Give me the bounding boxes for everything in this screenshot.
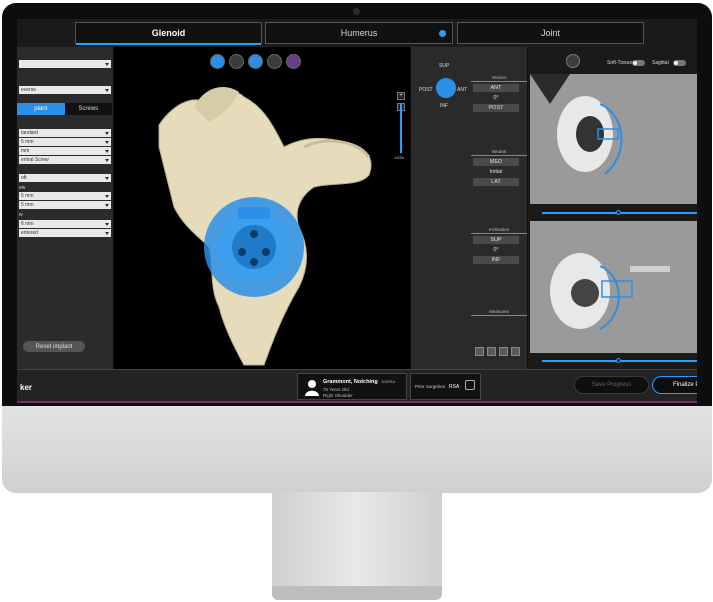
inclination-value: 0° [493, 247, 499, 253]
accent-strip [17, 401, 697, 403]
zoom-in-button[interactable]: + [397, 92, 405, 100]
delete-measure-icon[interactable] [511, 347, 520, 356]
soft-tissue-label: Soft-Tissue [607, 60, 633, 66]
angle-icon[interactable] [487, 347, 496, 356]
inclination-title: Inclination [471, 227, 527, 234]
axial-slider-handle[interactable] [616, 210, 621, 215]
move-joystick[interactable] [436, 78, 456, 98]
dir-ant-label: ANT [457, 87, 467, 93]
position-select[interactable]: entered [19, 229, 111, 237]
tab-bar: Glenoid Humerus Joint [17, 19, 697, 46]
coronal-slice-image [550, 253, 670, 330]
reaming-value: Initial [489, 169, 503, 175]
implant-select-1[interactable] [19, 60, 111, 68]
offset-select[interactable]: mm [19, 147, 111, 155]
patient-age: 75 Years Old [323, 387, 349, 392]
finalize-button[interactable]: Finalize P [652, 376, 697, 394]
footer-bar: ker Grammont, Notching - NS6RA 75 Years … [17, 369, 697, 403]
sagittal-toggle[interactable] [673, 60, 686, 66]
section-label: ew [19, 185, 26, 191]
patient-name-text: Grammont, Notching [323, 379, 378, 385]
status-dot [439, 30, 446, 37]
prior-surgeries-card: Prior Surgeries RSA [410, 373, 481, 400]
scapula-model [158, 87, 372, 366]
implant-type-select[interactable]: everse [19, 86, 111, 94]
sagittal-label: Sagittal [652, 60, 669, 66]
ct-slice-coronal[interactable] [530, 221, 697, 353]
implant-screws-toggle: plant Screws [17, 103, 112, 115]
3d-viewport[interactable]: + - 100% [114, 47, 410, 369]
inclination-sup-button[interactable]: SUP [473, 236, 519, 244]
inclination-inf-button[interactable]: INF [473, 256, 519, 264]
lateralization-select[interactable]: 6 mm [19, 220, 111, 228]
ct-slice-axial[interactable] [530, 74, 697, 204]
patient-side: Right Shoulder [323, 393, 353, 398]
diameter-select[interactable]: 5 mm [19, 138, 111, 146]
zoom-level: 100% [394, 155, 405, 160]
version-value: 0° [493, 95, 499, 101]
section-label-2: w [19, 212, 23, 218]
area-icon[interactable] [499, 347, 508, 356]
tab-joint-label: Joint [540, 28, 560, 38]
implant-options-panel: everse plant Screws tandard 5 mm mm entr… [17, 47, 114, 369]
version-title: Version [471, 75, 527, 82]
monitor-chin [2, 406, 712, 493]
monitor: Glenoid Humerus Joint everse plant Screw… [2, 3, 712, 493]
thickness-select[interactable]: 5 mm [19, 201, 111, 209]
camera-icon [353, 8, 360, 15]
lat-button[interactable]: LAT [473, 178, 519, 186]
brand-logo: ker [20, 383, 33, 392]
reset-implant-button[interactable]: Reset implant [23, 341, 85, 352]
monitor-stand-base [272, 586, 442, 600]
dir-sup-label: SUP [439, 63, 450, 69]
patient-id: - NS6RA [379, 379, 396, 384]
direction-pad: SUP INF ANT POST [419, 63, 467, 111]
avatar [305, 380, 319, 396]
dir-inf-label: INF [440, 103, 449, 109]
prior-surgeries-label: Prior Surgeries [415, 384, 446, 389]
neutral-title: Neutral [471, 149, 527, 156]
tab-humerus[interactable]: Humerus [265, 22, 453, 44]
med-button[interactable]: MED [473, 158, 519, 166]
prior-surgeries-value: RSA [449, 384, 460, 390]
person-orientation-icon[interactable] [566, 54, 580, 68]
patient-name: Grammont, Notching - NS6RA [323, 379, 395, 385]
version-post-button[interactable]: POST [473, 104, 519, 112]
ct-slice-panel: Soft-Tissue Sagittal [528, 47, 697, 369]
tab-joint[interactable]: Joint [457, 22, 644, 44]
central-screw-select[interactable]: entral Screw [19, 156, 111, 164]
ruler-icon[interactable] [475, 347, 484, 356]
tab-glenoid-label: Glenoid [151, 28, 186, 38]
size-select[interactable]: 5 mm [19, 192, 111, 200]
tab-implant[interactable]: plant [17, 103, 65, 115]
tab-glenoid[interactable]: Glenoid [75, 22, 262, 45]
baseplate-select[interactable]: tandard [19, 129, 111, 137]
version-ant-button[interactable]: ANT [473, 84, 519, 92]
glenosphere-select[interactable]: oft [19, 174, 111, 182]
zoom-slider[interactable] [400, 103, 402, 153]
screen-bezel: Glenoid Humerus Joint everse plant Screw… [2, 3, 712, 406]
measures-title: Measures [471, 309, 527, 316]
tab-screws[interactable]: Screws [64, 103, 112, 115]
dir-post-label: POST [419, 87, 433, 93]
save-progress-button[interactable]: Save Progress [574, 376, 649, 394]
tab-humerus-label: Humerus [340, 28, 378, 38]
axial-slice-image [530, 74, 623, 175]
positioning-controls: SUP INF ANT POST Version ANT 0° POST Neu… [410, 47, 528, 369]
edit-icon[interactable] [465, 380, 475, 390]
soft-tissue-toggle[interactable] [632, 60, 645, 66]
app-screen: Glenoid Humerus Joint everse plant Screw… [17, 19, 697, 403]
coronal-slider-handle[interactable] [616, 358, 621, 363]
patient-card: Grammont, Notching - NS6RA 75 Years Old … [297, 373, 407, 400]
monitor-stand [272, 492, 442, 588]
